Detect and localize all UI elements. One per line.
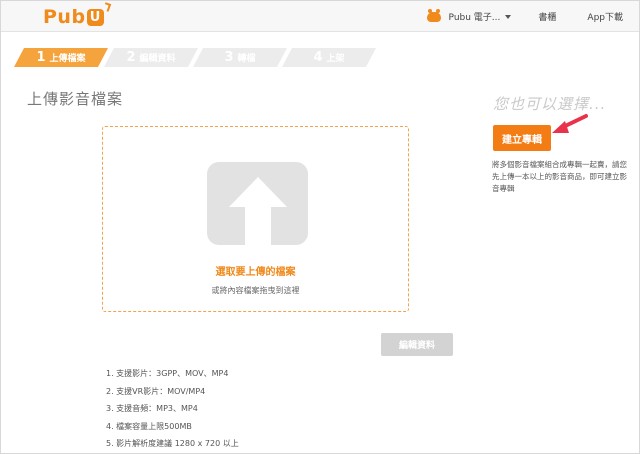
step-convert: 3 轉檔 <box>193 48 287 67</box>
pubu-logo[interactable]: Pub U <box>43 2 111 28</box>
create-album-button[interactable]: 建立專輯 <box>493 125 551 151</box>
upload-icon-box[interactable] <box>207 162 308 245</box>
chevron-down-icon <box>505 14 512 19</box>
list-item: 1. 支援影片：3GPP、MOV、MP4 <box>106 369 229 378</box>
drag-hint-text: 或將內容檔案拖曳到這裡 <box>211 286 300 295</box>
list-item: 3. 支援音頻：MP3、MP4 <box>106 404 198 413</box>
step-publish: 4 上架 <box>282 48 376 67</box>
also-choose-title: 您也可以選擇... <box>493 95 607 113</box>
logo-spark-icon <box>102 2 111 12</box>
page-title: 上傳影音檔案 <box>27 90 124 108</box>
list-item: 4. 檔案容量上限500MB <box>106 421 192 431</box>
edit-info-button[interactable]: 編輯資料 <box>381 333 453 356</box>
format-spec-list: 1. 支援影片：3GPP、MOV、MP4 2. 支援VR影片：MOV/MP4 3… <box>106 368 239 454</box>
user-menu[interactable]: Pubu 電子... <box>426 8 512 23</box>
step-progress: 1 上傳檔案 2 編輯資料 3 轉檔 4 上架 <box>1 48 401 67</box>
step-label: 上傳檔案 <box>49 54 86 64</box>
album-description: 將多個影音檔案組合成專輯一起賣，請您先上傳一本以上的影音商品，即可建立影音專輯 <box>492 160 627 193</box>
step-label: 上架 <box>326 54 345 64</box>
logo-u-icon: U <box>86 8 104 26</box>
step-number: 4 <box>313 50 323 65</box>
step-number: 3 <box>224 50 234 65</box>
logo-text: Pub <box>43 6 86 28</box>
upload-arrow-icon <box>229 177 287 245</box>
upload-dropzone[interactable]: 選取要上傳的檔案 或將內容檔案拖曳到這裡 <box>102 126 409 312</box>
top-bar: Pub U Pubu 電子... 書櫃 App下載 <box>1 1 639 32</box>
step-edit-info: 2 編輯資料 <box>104 48 198 67</box>
step-number: 1 <box>36 50 46 65</box>
top-nav: Pubu 電子... 書櫃 App下載 <box>426 1 639 32</box>
crab-icon <box>426 8 441 22</box>
user-menu-label: Pubu 電子... <box>448 13 501 23</box>
step-number: 2 <box>126 50 136 65</box>
choose-file-link[interactable]: 選取要上傳的檔案 <box>103 263 408 278</box>
bookshelf-link[interactable]: 書櫃 <box>538 10 556 23</box>
list-item: 2. 支援VR影片：MOV/MP4 <box>106 386 206 396</box>
step-label: 轉檔 <box>237 54 256 64</box>
step-label: 編輯資料 <box>139 54 176 64</box>
app-download-link[interactable]: App下載 <box>587 10 623 23</box>
list-item: 5. 影片解析度建議 1280 x 720 以上 <box>106 439 239 448</box>
red-arrow-pointer-icon <box>552 114 588 133</box>
step-upload-file: 1 上傳檔案 <box>14 48 108 67</box>
